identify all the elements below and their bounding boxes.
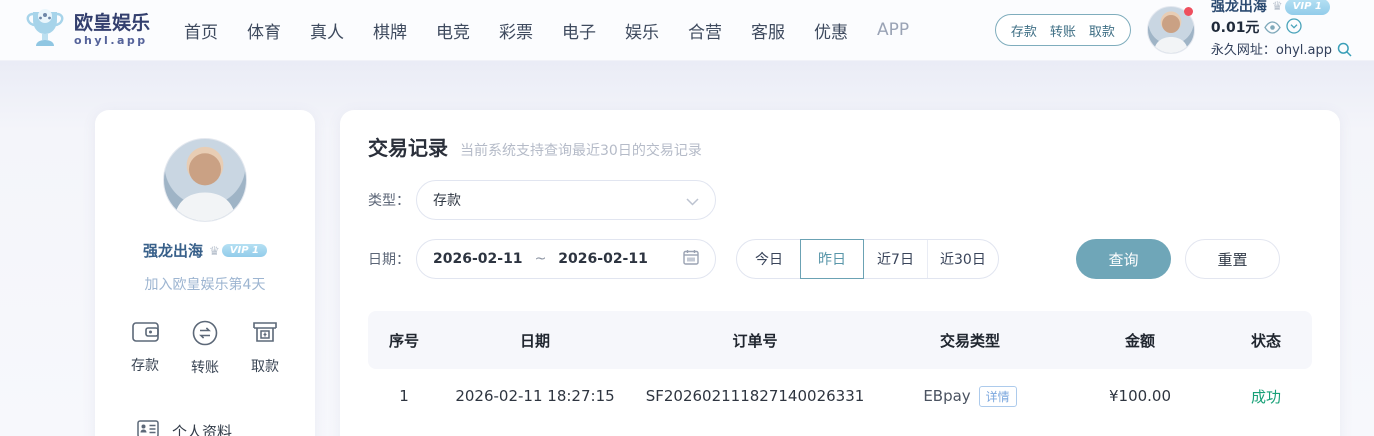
- nav-esports[interactable]: 电竞: [436, 18, 470, 43]
- sidebar-quick-actions: 存款 转账 取款: [95, 320, 315, 377]
- date-label: 日期：: [368, 249, 416, 269]
- col-status: 状态: [1220, 330, 1312, 351]
- permanent-url: 永久网址：ohyl.app: [1211, 42, 1332, 61]
- sidebar-transfer[interactable]: 转账: [191, 320, 219, 377]
- transaction-records-page: 欧皇娱乐 ohyl.app 首页 体育 真人 棋牌 电竞 彩票 电子 娱乐 合营…: [0, 0, 1374, 436]
- date-from[interactable]: 2026-02-11: [433, 251, 523, 267]
- transactions-table: 序号 日期 订单号 交易类型 金额 状态 1 2026-02-11 18:27:…: [368, 311, 1312, 423]
- sidebar-deposit[interactable]: 存款: [131, 320, 159, 377]
- chevron-down-icon: [686, 191, 699, 210]
- col-amount: 金额: [1060, 330, 1220, 351]
- range-30days-button[interactable]: 近30日: [927, 240, 998, 278]
- main-nav: 首页 体育 真人 棋牌 电竞 彩票 电子 娱乐 合营 客服 优惠 APP: [184, 18, 909, 43]
- reset-button[interactable]: 重置: [1185, 239, 1280, 279]
- crown-icon: ♛: [209, 244, 220, 258]
- nav-home[interactable]: 首页: [184, 18, 218, 43]
- profile-vip-badge: ♛ VIP 1: [209, 244, 267, 258]
- type-label: 类型：: [368, 190, 416, 210]
- table-header: 序号 日期 订单号 交易类型 金额 状态: [368, 311, 1312, 369]
- col-index: 序号: [368, 330, 440, 351]
- sidebar-withdraw[interactable]: 取款: [251, 320, 279, 377]
- range-today-button[interactable]: 今日: [737, 240, 801, 278]
- deposit-button[interactable]: 存款: [1011, 21, 1037, 40]
- eye-icon[interactable]: [1264, 17, 1281, 40]
- nav-live[interactable]: 真人: [310, 18, 344, 43]
- col-date: 日期: [440, 330, 630, 351]
- col-order: 订单号: [630, 330, 880, 351]
- col-type: 交易类型: [880, 330, 1060, 351]
- cell-status: 成功: [1220, 386, 1312, 407]
- nav-slots[interactable]: 电子: [562, 18, 596, 43]
- type-filter-row: 类型： 存款: [368, 180, 1312, 220]
- crown-icon: ♛: [1272, 0, 1283, 16]
- transfer-arrows-icon: [192, 320, 218, 350]
- nav-app[interactable]: APP: [877, 20, 909, 40]
- withdraw-button[interactable]: 取款: [1089, 21, 1115, 40]
- vip-badge: ♛ VIP 1: [1272, 0, 1330, 16]
- nav-partner[interactable]: 合营: [688, 18, 722, 43]
- date-filter-row: 日期： 2026-02-11 ~ 2026-02-11 今日 昨日 近7日 近3…: [368, 239, 1312, 279]
- page-subtitle: 当前系统支持查询最近30日的交易记录: [460, 140, 702, 160]
- trophy-logo-icon: [26, 6, 64, 54]
- nav-entertainment[interactable]: 娱乐: [625, 18, 659, 43]
- nav-cards[interactable]: 棋牌: [373, 18, 407, 43]
- profile-sidebar: 强龙出海 ♛ VIP 1 加入欧皇娱乐第4天 存款 转账: [95, 110, 315, 436]
- nav-lottery[interactable]: 彩票: [499, 18, 533, 43]
- nav-support[interactable]: 客服: [751, 18, 785, 43]
- cell-type: EBpay 详情: [880, 386, 1060, 407]
- calendar-icon[interactable]: [683, 249, 699, 269]
- search-icon[interactable]: [1337, 40, 1352, 63]
- date-to[interactable]: 2026-02-11: [558, 251, 648, 267]
- user-info: 强龙出海 ♛ VIP 1 0.01元 永久网址：ohyl: [1211, 0, 1352, 63]
- atm-icon: [252, 320, 278, 349]
- page-title: 交易记录: [368, 132, 448, 161]
- balance-amount: 0.01元: [1211, 18, 1260, 38]
- header-right: 存款 转账 取款 强龙出海 ♛ VIP 1: [995, 0, 1352, 63]
- wallet-icon: [132, 320, 159, 348]
- cell-order-no: SF202602111827140026331: [630, 387, 880, 405]
- brand-logo[interactable]: 欧皇娱乐 ohyl.app: [26, 6, 150, 54]
- nav-promo[interactable]: 优惠: [814, 18, 848, 43]
- cell-date: 2026-02-11 18:27:15: [440, 387, 630, 405]
- chevron-down-circle-icon[interactable]: [1286, 17, 1302, 40]
- range-yesterday-button[interactable]: 昨日: [800, 239, 864, 279]
- transaction-records-panel: 交易记录 当前系统支持查询最近30日的交易记录 类型： 存款 日期： 2026-…: [340, 110, 1340, 436]
- sidebar-menu: 个人资料 VIP特权: [95, 407, 315, 436]
- profile-avatar[interactable]: [163, 138, 247, 222]
- range-7days-button[interactable]: 近7日: [863, 240, 927, 278]
- top-header: 欧皇娱乐 ohyl.app 首页 体育 真人 棋牌 电竞 彩票 电子 娱乐 合营…: [0, 0, 1374, 61]
- type-select[interactable]: 存款: [416, 180, 716, 220]
- quick-range-group: 今日 昨日 近7日 近30日: [736, 239, 999, 279]
- notification-dot: [1184, 7, 1193, 16]
- cell-index: 1: [368, 387, 440, 405]
- profile-username: 强龙出海: [143, 240, 203, 261]
- wallet-action-group: 存款 转账 取款: [995, 14, 1131, 46]
- table-row: 1 2026-02-11 18:27:15 SF2026021118271400…: [368, 369, 1312, 423]
- id-card-icon: [137, 420, 159, 436]
- date-range-input[interactable]: 2026-02-11 ~ 2026-02-11: [416, 239, 716, 279]
- brand-domain: ohyl.app: [74, 35, 150, 47]
- sidebar-item-profile[interactable]: 个人资料: [95, 407, 315, 436]
- join-days-text: 加入欧皇娱乐第4天: [95, 274, 315, 294]
- search-button[interactable]: 查询: [1076, 239, 1171, 279]
- transfer-button[interactable]: 转账: [1050, 21, 1076, 40]
- username[interactable]: 强龙出海: [1211, 0, 1267, 17]
- user-avatar[interactable]: [1147, 6, 1195, 54]
- cell-amount: ¥100.00: [1060, 387, 1220, 405]
- brand-name: 欧皇娱乐: [74, 13, 150, 34]
- nav-sports[interactable]: 体育: [247, 18, 281, 43]
- detail-link[interactable]: 详情: [979, 386, 1017, 407]
